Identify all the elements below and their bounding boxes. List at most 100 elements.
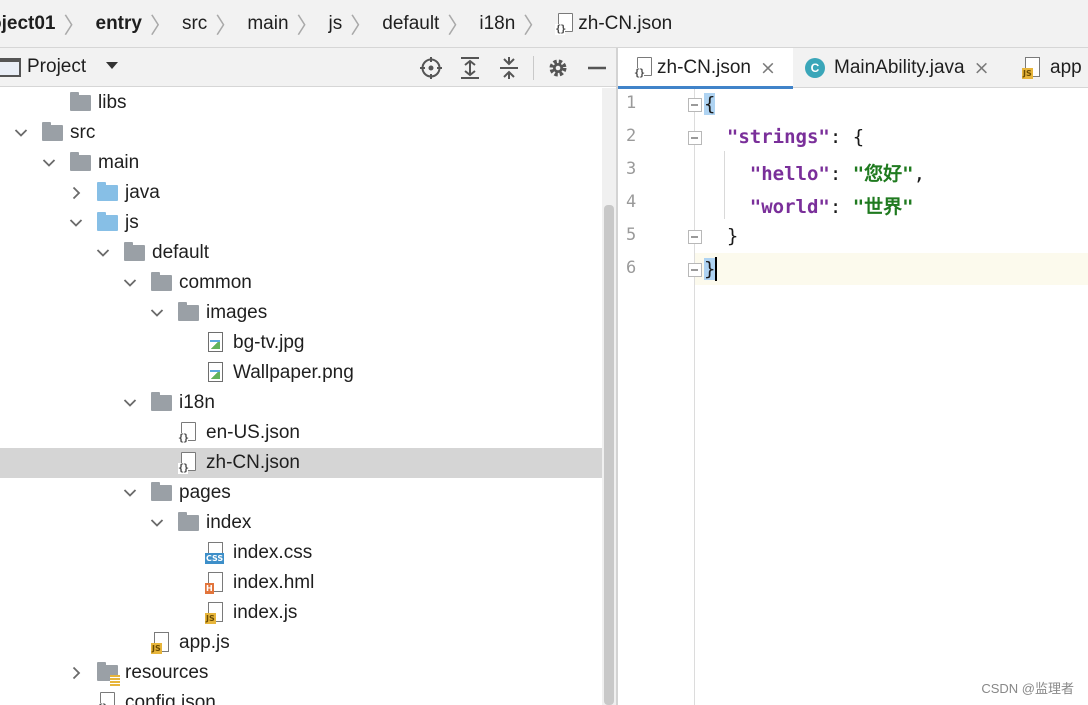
tree-item-label: common — [179, 272, 252, 293]
chevron-down-icon[interactable] — [123, 275, 137, 291]
indent-guide — [724, 151, 725, 219]
code-line[interactable]: "strings": { — [704, 126, 864, 148]
breadcrumb-item-entry[interactable]: entry 〉 — [96, 0, 182, 47]
code-line[interactable]: "world": "世界" — [704, 192, 914, 219]
breadcrumb: oject01 〉 entry 〉 src 〉 main 〉 js 〉 defa… — [0, 0, 1088, 48]
tree-row[interactable]: CSS index.css — [0, 538, 602, 568]
fold-marker-icon[interactable] — [688, 230, 702, 244]
close-icon[interactable]: × — [974, 57, 990, 79]
locate-icon[interactable] — [417, 54, 445, 82]
minimize-icon[interactable] — [583, 54, 611, 82]
caret-down-icon[interactable] — [104, 57, 120, 77]
chevron-down-icon[interactable] — [150, 305, 164, 321]
line-number: 4 — [626, 192, 637, 212]
chevron-down-icon[interactable] — [150, 515, 164, 531]
code-line[interactable]: } — [704, 225, 738, 247]
fold-marker-icon[interactable] — [688, 131, 702, 145]
code-token: , — [913, 163, 926, 185]
breadcrumb-item-file[interactable]: {} zh-CN.json — [555, 0, 672, 47]
tree-row[interactable]: i18n — [0, 388, 602, 418]
breadcrumb-item-src[interactable]: src 〉 — [182, 0, 247, 47]
breadcrumb-label: entry — [95, 12, 142, 34]
fold-marker-icon[interactable] — [688, 98, 702, 112]
tree-item-label: index — [206, 512, 252, 533]
tree-row[interactable]: java — [0, 178, 602, 208]
breadcrumb-separator: 〉 — [63, 13, 86, 39]
tree-row[interactable]: Hindex.hml — [0, 568, 602, 598]
tree-row[interactable]: images — [0, 298, 602, 328]
code-token: } — [704, 258, 716, 280]
tree-row[interactable]: bg-tv.jpg — [0, 328, 602, 358]
breadcrumb-label: main — [247, 12, 289, 34]
tree-item-label: en-US.json — [206, 422, 300, 443]
tree-item-label: bg-tv.jpg — [233, 332, 305, 353]
tree-row[interactable]: libs — [0, 88, 602, 118]
tree-scrollbar-thumb[interactable] — [604, 205, 614, 705]
tree-row[interactable]: pages — [0, 478, 602, 508]
tree-row[interactable]: Wallpaper.png — [0, 358, 602, 388]
code-token: : — [829, 163, 853, 185]
breadcrumb-item-project[interactable]: oject01 〉 — [0, 0, 96, 47]
tree-item-label: index.js — [233, 602, 298, 623]
image-file-icon — [205, 332, 227, 354]
tree-row[interactable]: common — [0, 268, 602, 298]
tree-row[interactable]: {} config.json — [0, 688, 602, 705]
json-file-icon: {} — [555, 12, 575, 35]
code-line[interactable]: } — [704, 258, 716, 280]
json-key: "world" — [749, 196, 830, 218]
css-file-icon: CSS — [205, 542, 227, 564]
tree-row[interactable]: src — [0, 118, 602, 148]
toolbar-divider — [533, 56, 534, 80]
tree-row[interactable]: JS index.js — [0, 598, 602, 628]
json-file-icon: {} — [178, 452, 200, 474]
code-line[interactable]: "hello": "您好", — [704, 159, 925, 186]
breadcrumb-item-default[interactable]: default 〉 — [382, 0, 479, 47]
tab-label: MainAbility.java — [834, 57, 965, 78]
chevron-down-icon[interactable] — [14, 125, 28, 141]
expand-all-icon[interactable] — [456, 54, 484, 82]
chevron-right-icon[interactable] — [69, 185, 83, 201]
tree-row[interactable]: default — [0, 238, 602, 268]
tab-zh-cn-json[interactable]: {} zh-CN.json × — [618, 48, 793, 89]
chevron-down-icon[interactable] — [123, 485, 137, 501]
chevron-right-icon[interactable] — [69, 665, 83, 681]
code-line[interactable]: { — [704, 93, 716, 115]
chevron-down-icon[interactable] — [96, 245, 110, 261]
tree-item-label: resources — [125, 662, 209, 683]
source-folder-icon — [97, 182, 119, 204]
fold-marker-icon[interactable] — [688, 263, 702, 277]
breadcrumb-label: js — [328, 12, 343, 34]
chevron-down-icon[interactable] — [42, 155, 56, 171]
tab-mainability-java[interactable]: C MainAbility.java × — [805, 48, 1005, 88]
chevron-down-icon[interactable] — [69, 215, 83, 231]
breadcrumb-item-main[interactable]: main 〉 — [247, 0, 328, 47]
close-icon[interactable]: × — [760, 57, 776, 79]
code-editor[interactable]: 1 2 3 4 5 6 { "strings": { "hello": "您好", "wo… — [618, 89, 1088, 705]
tree-row[interactable]: {} zh-CN.json — [0, 448, 602, 478]
tree-row[interactable]: index — [0, 508, 602, 538]
tree-row[interactable]: js — [0, 208, 602, 238]
breadcrumb-separator: 〉 — [523, 13, 546, 39]
file-type-tag: JS — [151, 643, 162, 654]
tree-item-label: default — [152, 242, 210, 263]
tree-row[interactable]: main — [0, 148, 602, 178]
tree-row[interactable]: JS app.js — [0, 628, 602, 658]
collapse-all-icon[interactable] — [495, 54, 523, 82]
tree-item-label: Wallpaper.png — [233, 362, 354, 383]
html-file-icon: H — [205, 572, 227, 594]
project-panel-title[interactable]: Project — [27, 56, 86, 78]
breadcrumb-item-js[interactable]: js 〉 — [329, 0, 383, 47]
folder-icon — [70, 152, 92, 174]
tree-row[interactable]: resources — [0, 658, 602, 688]
breadcrumb-item-i18n[interactable]: i18n 〉 — [479, 0, 555, 47]
text-caret — [715, 257, 717, 281]
gear-icon[interactable] — [544, 54, 572, 82]
json-key: "hello" — [749, 163, 830, 185]
tree-item-label: images — [206, 302, 268, 323]
folder-icon — [70, 92, 92, 114]
tab-app-js[interactable]: JS app — [1022, 48, 1088, 88]
editor-tab-bar: {} zh-CN.json × C MainAbility.java × JS … — [618, 48, 1088, 89]
chevron-down-icon[interactable] — [123, 395, 137, 411]
resources-folder-icon — [97, 662, 120, 686]
tree-row[interactable]: {} en-US.json — [0, 418, 602, 448]
